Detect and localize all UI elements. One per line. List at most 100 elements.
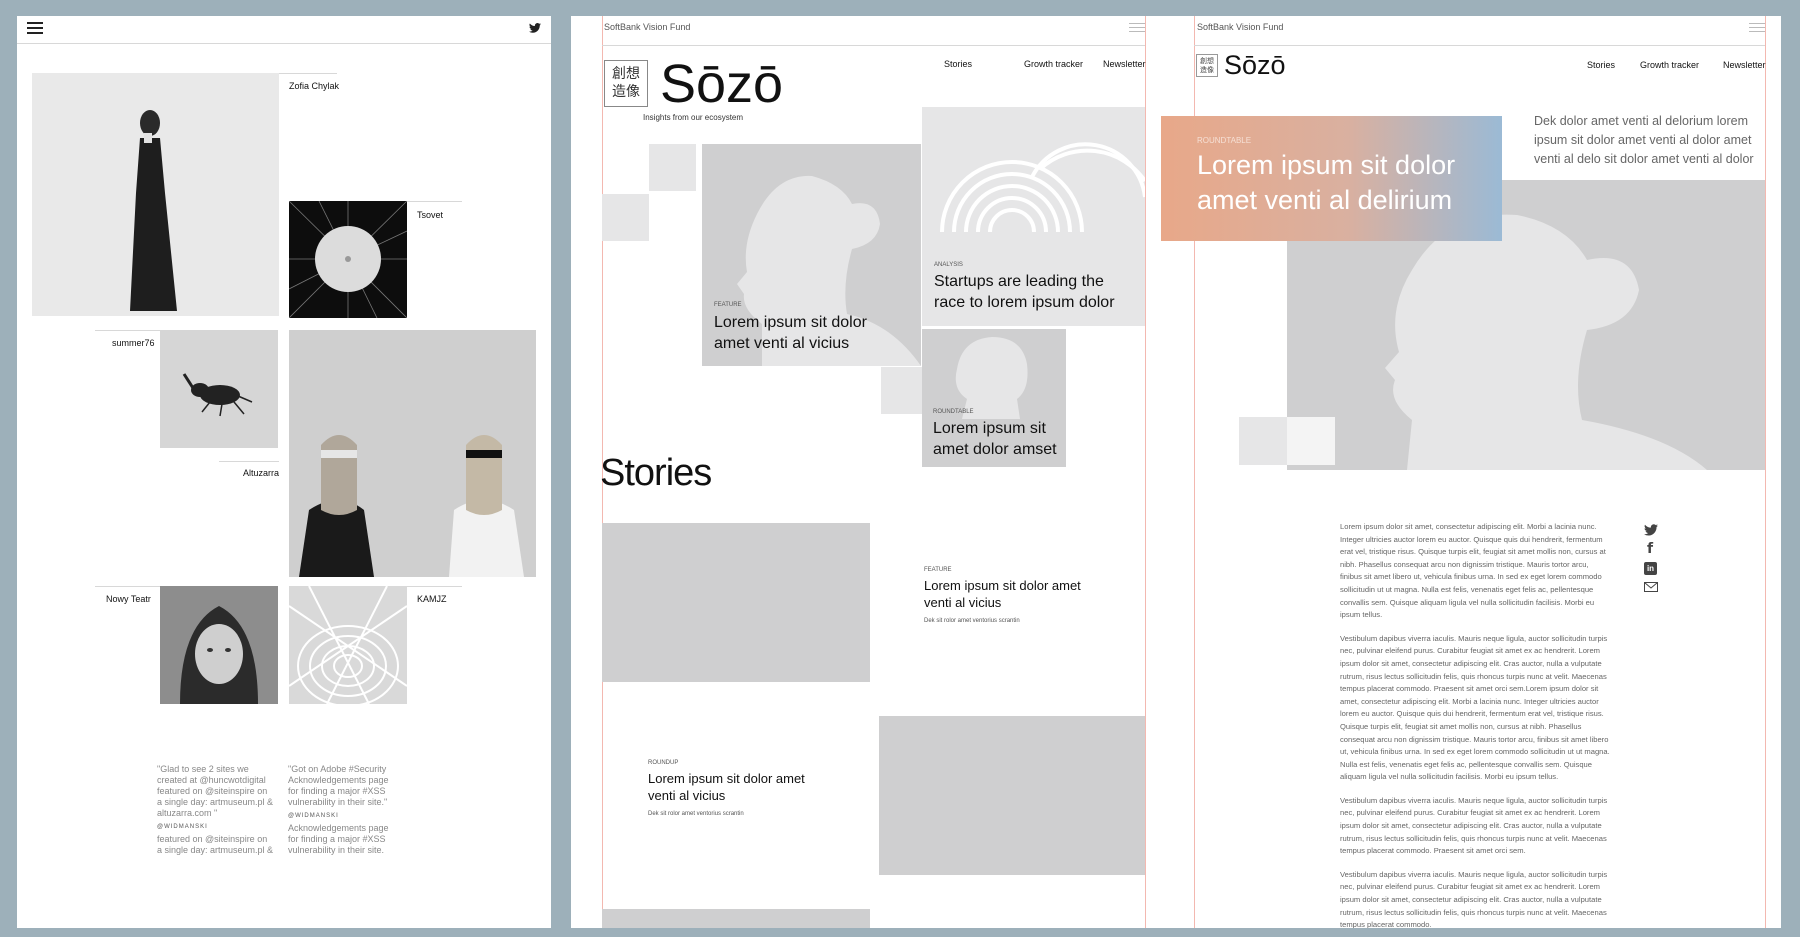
portfolio-label-tsovet[interactable]: Tsovet [417, 210, 443, 220]
text-line: Vestibulum dapibus viverra iaculis. Maur… [1340, 869, 1608, 879]
label-rule [219, 461, 279, 462]
hero-title-card[interactable]: ROUNDTABLE Lorem ipsum sit dolor amet ve… [1161, 116, 1502, 241]
logo-wordmark[interactable]: Sōzō [1224, 50, 1286, 80]
quote-author[interactable]: @WIDMANSKI [157, 822, 277, 833]
portfolio-label-altuzarra[interactable]: Altuzarra [243, 468, 279, 478]
card-title[interactable]: Lorem ipsum sit dolor amet venti al vici… [714, 312, 867, 354]
quote-line: "Got on Adobe #Security [288, 764, 387, 774]
menu-icon[interactable] [27, 22, 43, 34]
portfolio-image-summer76[interactable] [160, 330, 278, 448]
sozo-mockups-panel: SoftBank Vision Fund 創想 造像 Sōzō Insights… [571, 16, 1781, 928]
story-image-1[interactable] [602, 523, 870, 682]
text-line: Quisque turpis elit, feugiat sit amet mo… [1340, 721, 1582, 731]
nav-stories[interactable]: Stories [944, 59, 972, 69]
title-line: Lorem ipsum sit dolor [714, 314, 867, 331]
quote-line: for finding a major #XSS [288, 786, 386, 796]
guide-line [1145, 16, 1146, 928]
hero-title: Lorem ipsum sit dolor amet venti al deli… [1197, 148, 1455, 218]
text-line: ipsum dolor sit amet, consectetur adipis… [1340, 895, 1602, 905]
text-line: ipsum dolor sit amet, consectetur adipis… [1340, 658, 1602, 668]
text-line: nec, pulvinar eleifend purus. Curabitur … [1340, 646, 1601, 656]
mail-icon[interactable] [1644, 582, 1658, 592]
text-line: tempus placerat commodo. Praesent sit am… [1340, 846, 1526, 856]
kanji-line: 創想 [1200, 57, 1214, 65]
quote-line: a single day: artmuseum.pl & [157, 845, 274, 855]
deco-square [649, 144, 696, 191]
text-line: tempus placerat commodo. [1340, 920, 1432, 928]
quote-line: featured on @siteinspire on [157, 834, 268, 844]
portfolio-label-nowy-teatr[interactable]: Nowy Teatr [106, 594, 151, 604]
facebook-icon[interactable]: f [1647, 542, 1653, 556]
story-desc: Dek sit rolor amet ventorius scrantin [648, 811, 744, 817]
quote-line: "Glad to see 2 sites we [157, 764, 249, 774]
nav-growth-tracker[interactable]: Growth tracker [1024, 59, 1083, 69]
story-image-2[interactable] [879, 716, 1145, 875]
logo-kanji-mark[interactable]: 創想 造像 [1196, 54, 1218, 77]
portfolio-label-kamjz[interactable]: KAMJZ [417, 594, 447, 604]
card-title[interactable]: Lorem ipsum sit amet dolor amset [933, 418, 1057, 460]
article-paragraph: Vestibulum dapibus viverra iaculis. Maur… [1340, 795, 1640, 858]
logo-wordmark[interactable]: Sōzō [660, 54, 783, 114]
linkedin-icon[interactable]: in [1644, 562, 1657, 575]
nav-newsletter[interactable]: Newsletter [1723, 60, 1766, 70]
portfolio-image-zofia[interactable] [32, 73, 279, 316]
deco-square [602, 194, 649, 241]
deco-square [1287, 417, 1335, 465]
dek-line: ipsum sit dolor amet venti al dolor amet [1534, 133, 1752, 147]
analysis-card[interactable]: ANALYSIS Startups are leading the race t… [922, 107, 1145, 326]
text-line: Lorem ipsum dolor sit amet, consectetur … [1340, 522, 1597, 531]
quote-line: vulnerability in their site. [288, 845, 385, 855]
twitter-icon[interactable] [529, 23, 541, 33]
sozo-home-brand[interactable]: SoftBank Vision Fund [604, 22, 690, 32]
sozo-article-brand[interactable]: SoftBank Vision Fund [1197, 22, 1283, 32]
logo-kanji-mark[interactable]: 創想 造像 [604, 60, 648, 107]
title-line: Lorem ipsum sit dolor [1197, 150, 1456, 180]
hamburger-icon[interactable] [1129, 23, 1145, 32]
article-body: Lorem ipsum dolor sit amet, consectetur … [1340, 521, 1640, 928]
text-line: ipsum tellus. [1340, 610, 1383, 620]
hamburger-icon[interactable] [1749, 23, 1765, 32]
text-line: finibus sit amet libero ut, vehicula fin… [1340, 572, 1602, 582]
quote-line: a single day: artmuseum.pl & [157, 797, 274, 807]
nav-stories[interactable]: Stories [1587, 60, 1615, 70]
nav-newsletter[interactable]: Newsletter [1103, 59, 1146, 69]
title-line: Startups are leading the [934, 273, 1104, 290]
label-rule [407, 201, 462, 202]
portfolio-image-altuzarra[interactable] [289, 330, 536, 577]
nav-growth-tracker[interactable]: Growth tracker [1640, 60, 1699, 70]
testimonial-quote-1: "Glad to see 2 sites we created at @hunc… [157, 764, 277, 856]
portfolio-label-summer76[interactable]: summer76 [112, 338, 155, 348]
hero-kicker: ROUNDTABLE [1197, 136, 1252, 145]
feature-card[interactable]: FEATURE Lorem ipsum sit dolor amet venti… [702, 144, 921, 366]
title-line: amet dolor amset [933, 441, 1057, 458]
text-line: tempus placerat commodo. Praesent sit am… [1340, 684, 1599, 694]
portfolio-image-kamjz[interactable] [289, 586, 407, 704]
portfolio-image-tsovet[interactable] [289, 201, 407, 318]
portfolio-label-zofia[interactable]: Zofia Chylak [289, 81, 339, 91]
story-kicker: FEATURE [924, 567, 952, 573]
text-line: consequat arcu non dignissim tristique. … [1340, 734, 1609, 744]
text-line: ut, vehicula finibus urna. In sed ex ege… [1340, 747, 1610, 757]
guide-line [1765, 16, 1766, 928]
label-rule [279, 73, 337, 74]
article-paragraph: Vestibulum dapibus viverra iaculis. Maur… [1340, 633, 1640, 784]
text-line: rutrum, risus lectus sollicitudin felis,… [1340, 671, 1607, 681]
story-card-1[interactable]: FEATURE Lorem ipsum sit dolor amet venti… [924, 567, 1081, 624]
text-line: lorem eu auctor. Quisque quis dui hendre… [1340, 709, 1604, 719]
text-line: sollicitudin ut ut magna. Nulla est feli… [1340, 584, 1594, 594]
roundtable-card[interactable]: ROUNDTABLE Lorem ipsum sit amet dolor am… [922, 329, 1066, 467]
portfolio-image-nowy-teatr[interactable] [160, 586, 278, 704]
kanji-line: 創想 [612, 66, 640, 82]
twitter-icon[interactable] [1644, 524, 1658, 536]
story-card-2[interactable]: ROUNDUP Lorem ipsum sit dolor amet venti… [648, 760, 805, 817]
story-image-3[interactable] [602, 909, 870, 928]
story-title[interactable]: Lorem ipsum sit dolor amet venti al vici… [924, 577, 1081, 611]
title-line: amet venti al delirium [1197, 185, 1453, 215]
kanji-line: 造像 [1200, 66, 1214, 74]
card-title[interactable]: Startups are leading the race to lorem i… [934, 271, 1115, 313]
title-line: Lorem ipsum sit dolor amet [924, 578, 1081, 593]
title-line: race to lorem ipsum dolor [934, 294, 1115, 311]
text-line: Nulla est felis, venenatis eget felis ac… [1340, 759, 1592, 769]
story-title[interactable]: Lorem ipsum sit dolor amet venti al vici… [648, 770, 805, 804]
quote-author[interactable]: @WIDMANSKI [288, 811, 408, 822]
